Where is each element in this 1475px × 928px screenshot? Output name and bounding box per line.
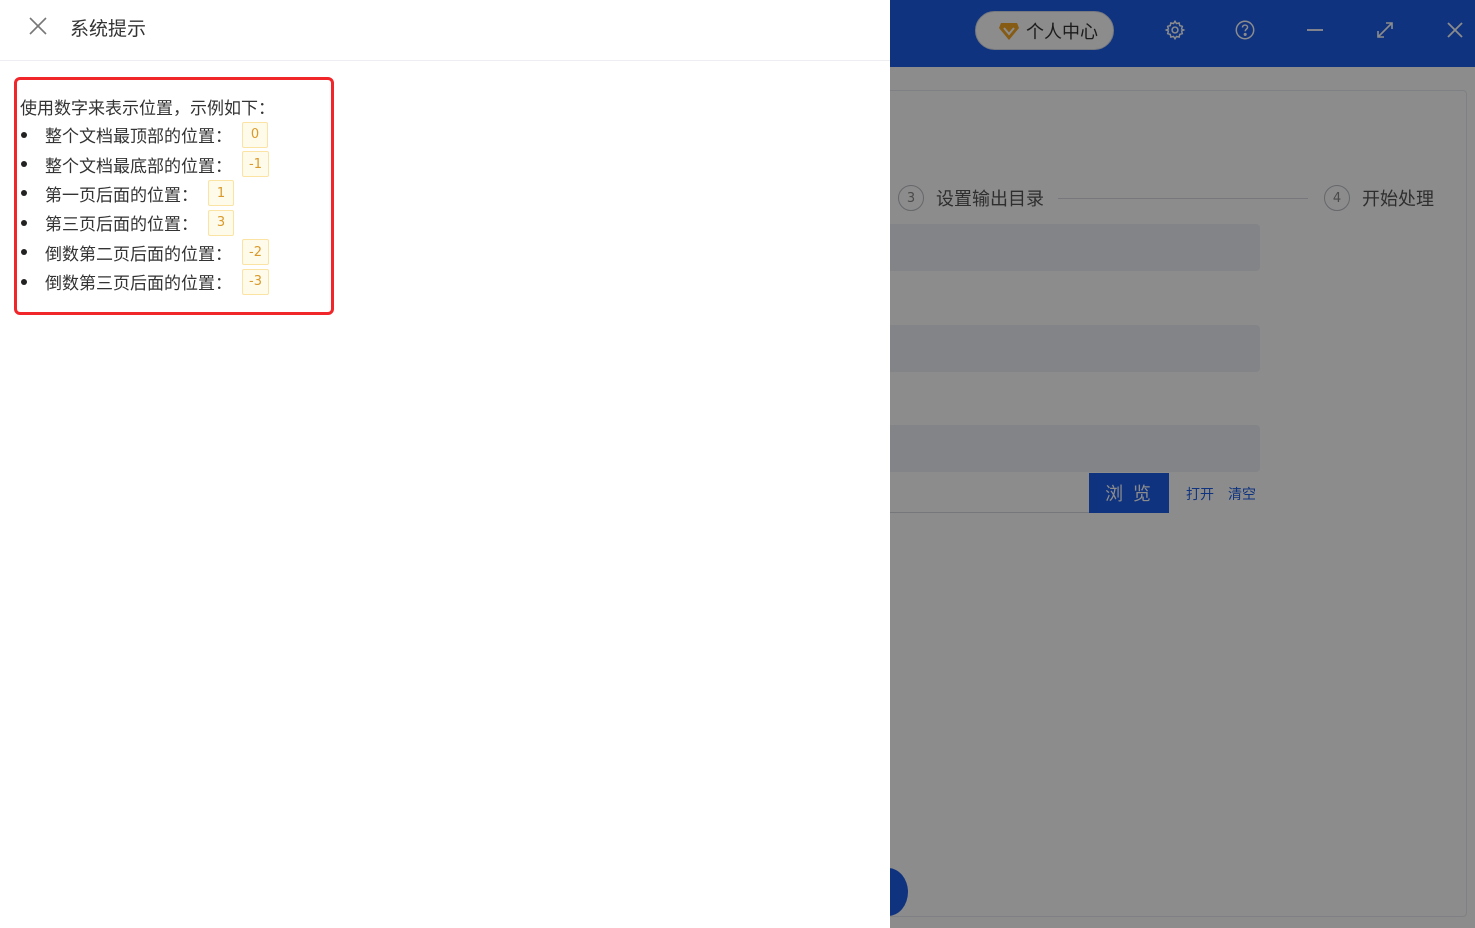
- bullet-icon: [21, 219, 27, 226]
- list-item: 整个文档最顶部的位置： 0: [20, 120, 269, 149]
- list-item: 第一页后面的位置： 1: [20, 179, 269, 208]
- bullet-icon: [21, 249, 27, 256]
- bullet-icon: [21, 161, 27, 168]
- item-label: 整个文档最底部的位置：: [45, 156, 232, 177]
- bullet-icon: [21, 131, 27, 138]
- position-code: -3: [242, 268, 269, 295]
- position-code: 0: [242, 121, 268, 148]
- item-label: 第一页后面的位置：: [45, 185, 198, 206]
- drawer-title: 系统提示: [70, 18, 147, 40]
- position-code: -2: [242, 239, 269, 266]
- list-item: 倒数第三页后面的位置： -3: [20, 267, 269, 296]
- drawer-header: 系统提示: [0, 0, 890, 61]
- item-label: 倒数第三页后面的位置：: [45, 274, 232, 295]
- intro-text: 使用数字来表示位置，示例如下：: [20, 99, 275, 119]
- list-item: 整个文档最底部的位置： -1: [20, 149, 269, 178]
- bullet-icon: [21, 278, 27, 285]
- item-label: 整个文档最顶部的位置：: [45, 127, 232, 148]
- list-item: 第三页后面的位置： 3: [20, 208, 269, 237]
- close-icon[interactable]: [26, 14, 50, 38]
- item-label: 第三页后面的位置：: [45, 215, 198, 236]
- bullet-icon: [21, 190, 27, 197]
- position-code: -1: [242, 151, 269, 178]
- item-label: 倒数第二页后面的位置：: [45, 244, 232, 265]
- system-tip-drawer: 系统提示 使用数字来表示位置，示例如下： 整个文档最顶部的位置： 0 整个文档最…: [0, 0, 890, 928]
- list-item: 倒数第二页后面的位置： -2: [20, 238, 269, 267]
- position-code: 3: [208, 209, 234, 236]
- position-code: 1: [208, 180, 234, 207]
- position-example-list: 整个文档最顶部的位置： 0 整个文档最底部的位置： -1 第一页后面的位置： 1…: [20, 120, 269, 296]
